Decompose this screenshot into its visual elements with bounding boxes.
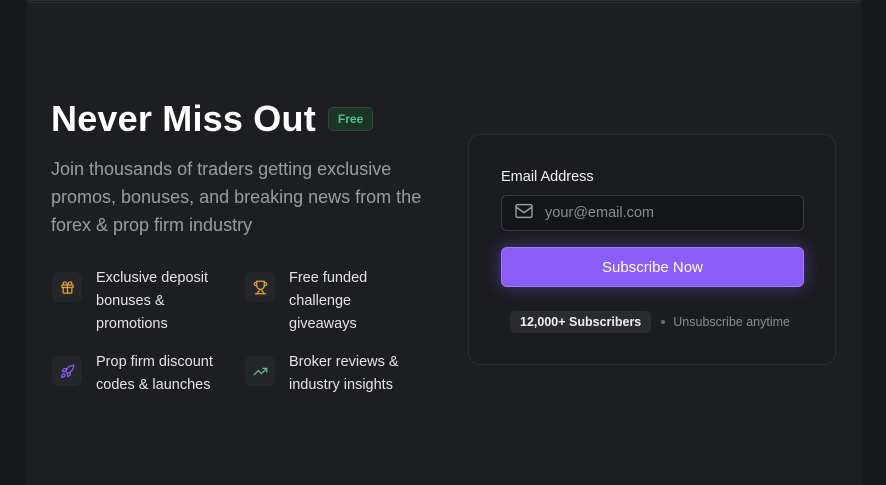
rocket-icon [52, 356, 82, 386]
feature-text: Exclusive deposit bonuses & promotions [96, 270, 209, 332]
email-input[interactable] [543, 204, 787, 222]
feature-text: Broker reviews & industry insights [289, 354, 399, 393]
page-title: Never Miss Out [51, 98, 316, 139]
feature-item-deposit-bonuses: Exclusive deposit bonuses & promotions [52, 270, 226, 336]
hero-subtitle: Join thousands of traders getting exclus… [51, 159, 422, 235]
feature-text: Free funded challenge giveaways [289, 270, 368, 332]
feature-item-discount-codes: Prop firm discount codes & launches [52, 354, 226, 397]
feature-item-challenge-giveaways: Free funded challenge giveaways [245, 270, 419, 336]
feature-text: Prop firm discount codes & launches [96, 354, 213, 393]
unsubscribe-note: Unsubscribe anytime [673, 315, 790, 329]
email-label: Email Address [501, 169, 594, 185]
subscribe-meta: 12,000+ Subscribers Unsubscribe anytime [510, 311, 790, 333]
trophy-icon [245, 272, 275, 302]
gift-icon [52, 272, 82, 302]
divider [27, 2, 861, 3]
mail-icon [514, 203, 534, 224]
subscribe-button[interactable]: Subscribe Now [501, 247, 804, 287]
feature-item-broker-reviews: Broker reviews & industry insights [245, 354, 419, 397]
separator-dot [661, 320, 666, 324]
email-field[interactable] [501, 195, 804, 231]
hero-header: Never Miss Out Free [51, 98, 374, 140]
subscriber-count-badge: 12,000+ Subscribers [510, 311, 652, 333]
subscribe-card: Email Address Subscribe Now 12,000+ Subs… [468, 134, 836, 365]
trending-up-icon [245, 356, 275, 386]
free-badge: Free [327, 107, 374, 131]
